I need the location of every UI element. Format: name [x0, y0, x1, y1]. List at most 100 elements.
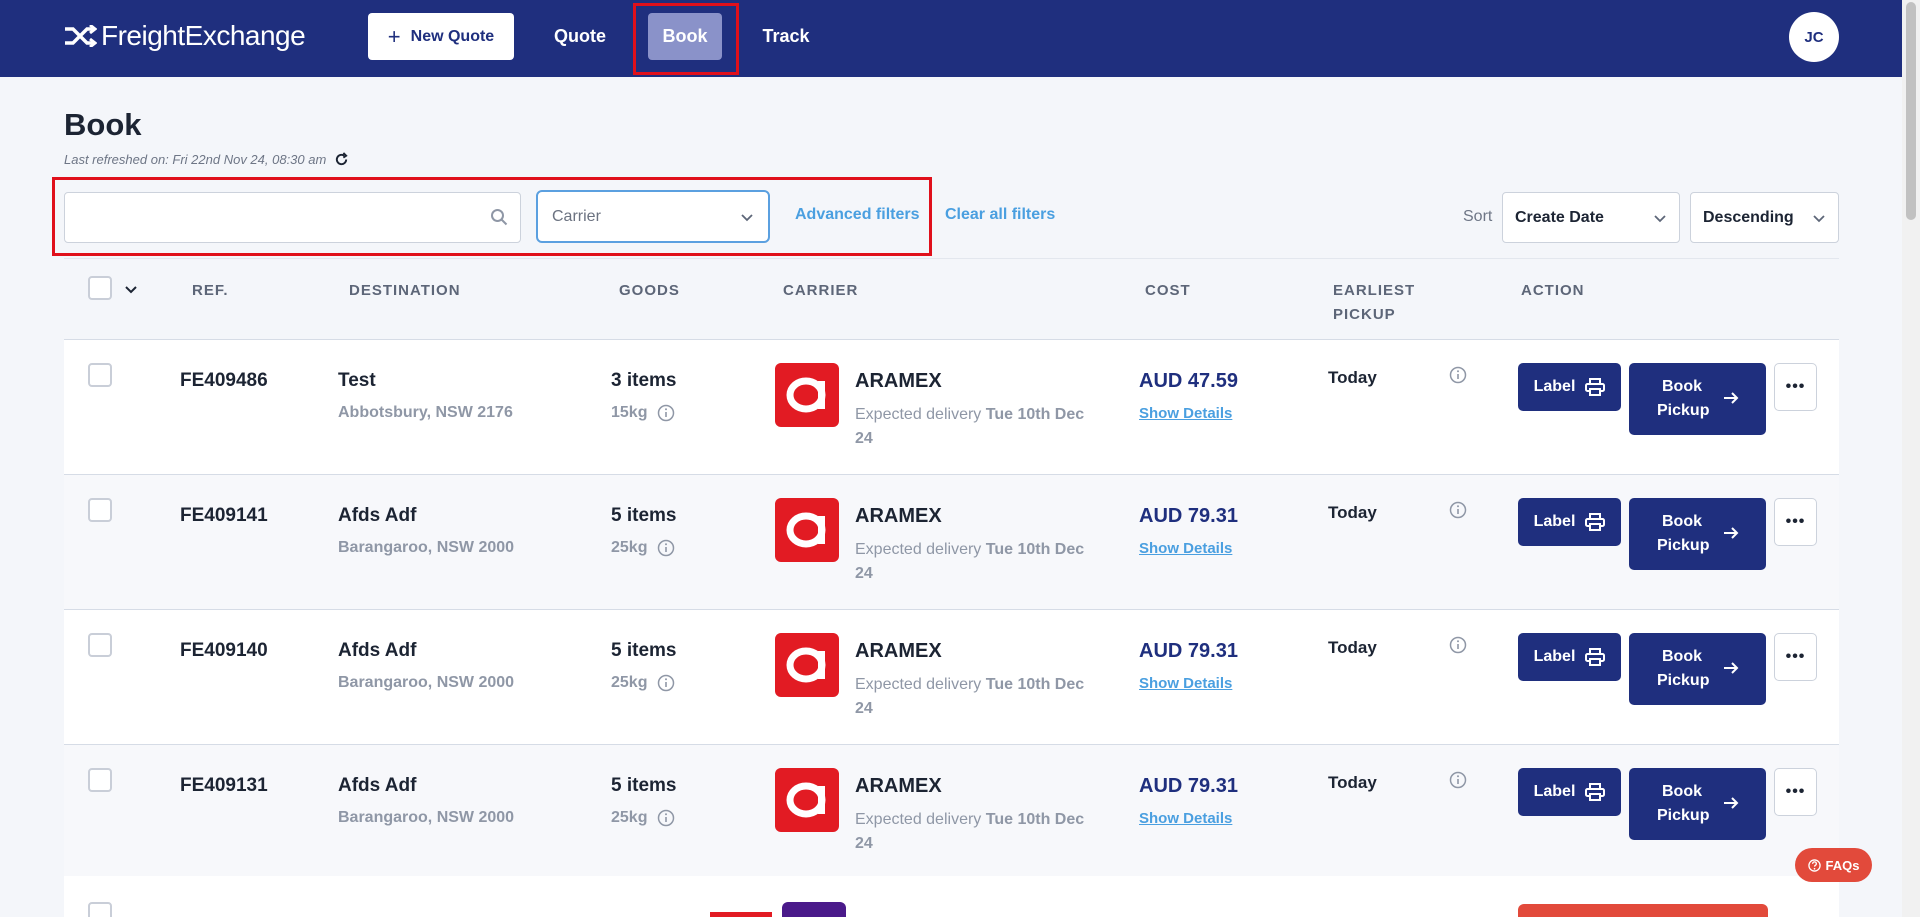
aramex-logo: [775, 363, 839, 427]
row-weight-value: 25kg: [611, 539, 648, 556]
show-details-link[interactable]: Show Details: [1139, 540, 1232, 557]
more-options-button[interactable]: •••: [1774, 498, 1817, 546]
more-options-button[interactable]: •••: [1774, 363, 1817, 411]
more-options-button[interactable]: •••: [1774, 768, 1817, 816]
info-icon[interactable]: [1449, 771, 1467, 789]
shuffle-logo-icon: [65, 25, 97, 47]
label-button[interactable]: Label: [1518, 768, 1621, 816]
nav-quote[interactable]: Quote: [548, 13, 612, 60]
book-pickup-button[interactable]: Book Pickup: [1629, 633, 1766, 705]
book-pickup-button[interactable]: Book Pickup: [1629, 498, 1766, 570]
printer-icon: [1585, 648, 1606, 666]
sort-label: Sort: [1463, 208, 1493, 225]
new-quote-button[interactable]: + New Quote: [368, 13, 514, 60]
row-checkbox[interactable]: [88, 633, 112, 657]
col-cost[interactable]: COST: [1145, 279, 1191, 303]
row-carrier-name: ARAMEX: [855, 505, 942, 527]
row-expected-delivery: Expected delivery Tue 10th Dec 24: [855, 673, 1095, 721]
table-header: REF. DESTINATION GOODS CARRIER COST EARL…: [64, 258, 1839, 340]
book-pickup-button[interactable]: Book Pickup: [1629, 768, 1766, 840]
search-icon[interactable]: [490, 208, 508, 226]
col-earliest-pickup[interactable]: EARLIEST PICKUP: [1333, 279, 1433, 327]
sort-field-select[interactable]: Create Date: [1502, 192, 1680, 243]
info-icon[interactable]: [657, 539, 675, 557]
sort-field-value: Create Date: [1515, 208, 1604, 226]
row-exp-prefix: Expected delivery: [855, 541, 982, 558]
nav-track[interactable]: Track: [758, 13, 814, 60]
table-row-partial[interactable]: [64, 876, 1839, 917]
info-icon[interactable]: [657, 404, 675, 422]
row-checkbox[interactable]: [88, 498, 112, 522]
faq-button[interactable]: FAQs: [1795, 848, 1872, 882]
carrier-accent-bar: [710, 912, 772, 917]
sort-order-select[interactable]: Descending: [1690, 192, 1839, 243]
scrollbar-thumb[interactable]: [1906, 2, 1916, 220]
col-destination[interactable]: DESTINATION: [349, 279, 461, 303]
row-earliest-pickup: Today: [1328, 638, 1377, 657]
row-expected-delivery: Expected delivery Tue 10th Dec 24: [855, 808, 1095, 856]
row-dest-name: Afds Adf: [338, 505, 417, 526]
table-row[interactable]: FE409131 Afds Adf Barangaroo, NSW 2000 5…: [64, 745, 1839, 880]
book-pickup-text: Book Pickup: [1657, 648, 1710, 689]
advanced-filters-link[interactable]: Advanced filters: [795, 206, 919, 224]
row-ref: FE409486: [180, 370, 268, 391]
page-scrollbar[interactable]: [1902, 0, 1920, 917]
clear-filters-link[interactable]: Clear all filters: [945, 206, 1055, 224]
table-row[interactable]: FE409141 Afds Adf Barangaroo, NSW 2000 5…: [64, 475, 1839, 610]
search-input[interactable]: [75, 203, 475, 233]
row-earliest-pickup: Today: [1328, 773, 1377, 792]
arrow-right-icon: [1724, 797, 1739, 809]
info-icon[interactable]: [657, 809, 675, 827]
carrier-dropdown[interactable]: Carrier: [536, 190, 770, 243]
chevron-down-icon[interactable]: [124, 282, 138, 296]
row-ref: FE409140: [180, 640, 268, 661]
brand-logo[interactable]: FreightExchange: [63, 20, 306, 52]
nav-book[interactable]: Book: [648, 13, 722, 60]
select-all-checkbox[interactable]: [88, 276, 112, 300]
row-expected-delivery: Expected delivery Tue 10th Dec 24: [855, 538, 1095, 586]
col-carrier[interactable]: CARRIER: [783, 279, 858, 303]
show-details-link[interactable]: Show Details: [1139, 675, 1232, 692]
label-button[interactable]: Label: [1518, 363, 1621, 411]
table-row[interactable]: FE409486 Test Abbotsbury, NSW 2176 3 ite…: [64, 340, 1839, 475]
info-icon[interactable]: [1449, 501, 1467, 519]
row-carrier-name: ARAMEX: [855, 640, 942, 662]
arrow-right-icon: [1724, 662, 1739, 674]
info-icon[interactable]: [1449, 636, 1467, 654]
printer-icon: [1585, 783, 1606, 801]
label-button[interactable]: Label: [1518, 498, 1621, 546]
book-pickup-text: Book Pickup: [1657, 783, 1710, 824]
row-dest-name: Test: [338, 370, 376, 391]
info-icon[interactable]: [657, 674, 675, 692]
refresh-icon[interactable]: [334, 152, 349, 167]
row-ref: FE409131: [180, 775, 268, 796]
row-checkbox[interactable]: [88, 363, 112, 387]
show-details-link[interactable]: Show Details: [1139, 405, 1232, 422]
action-button-partial[interactable]: [1518, 904, 1768, 917]
book-pickup-button[interactable]: Book Pickup: [1629, 363, 1766, 435]
more-options-button[interactable]: •••: [1774, 633, 1817, 681]
aramex-a-icon: [786, 782, 826, 818]
sort-order-value: Descending: [1703, 208, 1794, 226]
row-checkbox[interactable]: [88, 768, 112, 792]
info-icon[interactable]: [1449, 366, 1467, 384]
row-goods-items: 5 items: [611, 775, 677, 796]
more-icon: •••: [1785, 783, 1806, 800]
table-row[interactable]: FE409140 Afds Adf Barangaroo, NSW 2000 5…: [64, 610, 1839, 745]
label-button-text: Label: [1533, 783, 1576, 800]
label-button[interactable]: Label: [1518, 633, 1621, 681]
row-ref: FE409141: [180, 505, 268, 526]
label-button-text: Label: [1533, 378, 1576, 395]
col-goods[interactable]: GOODS: [619, 279, 680, 303]
new-quote-label: New Quote: [410, 27, 495, 45]
help-icon: [1807, 858, 1821, 872]
book-pickup-text: Book Pickup: [1657, 513, 1710, 554]
row-goods-weight: 15kg: [611, 404, 675, 422]
user-avatar[interactable]: JC: [1789, 12, 1839, 62]
aramex-logo: [775, 498, 839, 562]
search-field[interactable]: [64, 192, 521, 243]
show-details-link[interactable]: Show Details: [1139, 810, 1232, 827]
col-ref[interactable]: REF.: [192, 279, 229, 303]
row-checkbox[interactable]: [88, 902, 112, 917]
printer-icon: [1585, 378, 1606, 396]
